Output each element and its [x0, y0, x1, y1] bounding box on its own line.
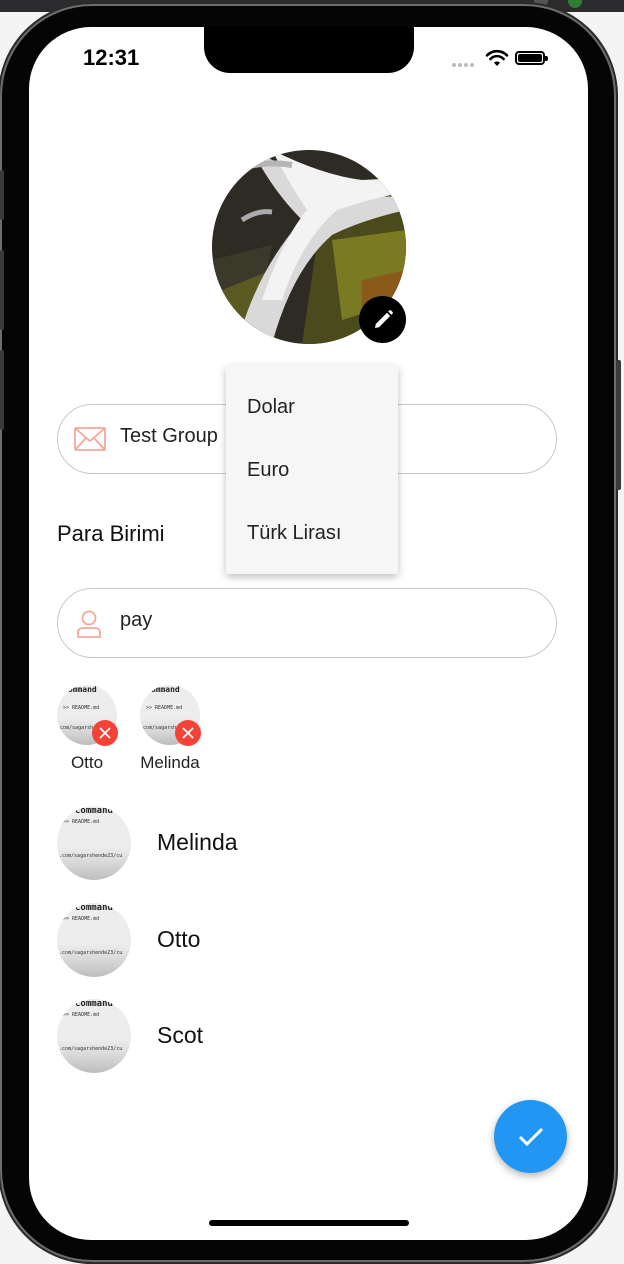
remove-member-button[interactable]	[92, 720, 118, 746]
phone-notch	[204, 27, 414, 73]
pencil-icon	[374, 309, 393, 328]
status-time: 12:31	[83, 45, 140, 70]
currency-option-dolar[interactable]: Dolar	[247, 396, 295, 419]
currency-label: Para Birimi	[57, 521, 165, 546]
confirm-button[interactable]	[494, 1100, 567, 1173]
avatar-text: command	[63, 685, 97, 694]
avatar-text: command	[75, 806, 113, 816]
mail-icon	[74, 427, 106, 451]
selected-member-chip: command >> README.md .com/sagarshende23/…	[140, 685, 201, 772]
phone-volume-down	[0, 350, 4, 430]
member-avatar: command >> README.md .com/sagarshende23/…	[57, 806, 131, 880]
close-icon	[99, 727, 111, 739]
avatar-text: .com/sagarshende23/cu	[59, 853, 123, 859]
browser-extension-icon	[568, 0, 582, 8]
group-name-value: Test Group	[120, 425, 218, 447]
remove-member-button[interactable]	[175, 720, 201, 746]
phone-side-button	[0, 170, 4, 220]
avatar-text: >> README.md	[146, 705, 183, 711]
currency-option-turk-lirasi[interactable]: Türk Lirası	[247, 522, 341, 545]
currency-option-euro[interactable]: Euro	[247, 459, 289, 482]
person-icon	[77, 610, 101, 638]
member-name: Scot	[157, 1022, 204, 1048]
edit-photo-button[interactable]	[359, 296, 406, 343]
avatar-text: .com/sagarshende23/cu	[59, 950, 123, 956]
wifi-icon	[485, 49, 509, 66]
home-indicator	[209, 1220, 409, 1226]
member-list-item[interactable]: command >> README.md .com/sagarshende23/…	[57, 806, 557, 880]
avatar-text: >> README.md	[63, 705, 100, 711]
avatar-text: command	[75, 999, 113, 1009]
selected-member-chip: command >> README.md .com/sagarshende23/…	[57, 685, 118, 772]
member-list-item[interactable]: command >> README.md .com/sagarshende23/…	[57, 999, 557, 1073]
avatar-text: command	[75, 903, 113, 913]
phone-volume-up	[0, 250, 4, 330]
avatar-text: >> README.md	[63, 819, 100, 825]
close-icon	[182, 727, 194, 739]
member-avatar: command >> README.md .com/sagarshende23/…	[57, 903, 131, 977]
member-name: Melinda	[157, 829, 238, 855]
member-search-value: pay	[120, 609, 153, 631]
member-avatar: command >> README.md .com/sagarshende23/…	[57, 999, 131, 1073]
battery-icon	[515, 51, 548, 65]
check-icon	[518, 1127, 543, 1146]
avatar-text: command	[146, 685, 180, 694]
app-screen: 12:31 Test Group Para Birimi pay command…	[29, 27, 588, 1240]
phone-power-button	[616, 360, 621, 490]
currency-dropdown-menu: Dolar Euro Türk Lirası	[226, 365, 398, 574]
avatar-text: >> README.md	[63, 1012, 100, 1018]
member-search-field[interactable]: pay	[57, 588, 557, 658]
member-name: Otto	[157, 926, 201, 952]
chip-name: Melinda	[140, 753, 200, 772]
avatar-text: .com/sagarshende23/cu	[59, 1046, 123, 1052]
member-list-item[interactable]: command >> README.md .com/sagarshende23/…	[57, 903, 557, 977]
avatar-text: >> README.md	[63, 916, 100, 922]
signal-icon	[452, 63, 474, 67]
